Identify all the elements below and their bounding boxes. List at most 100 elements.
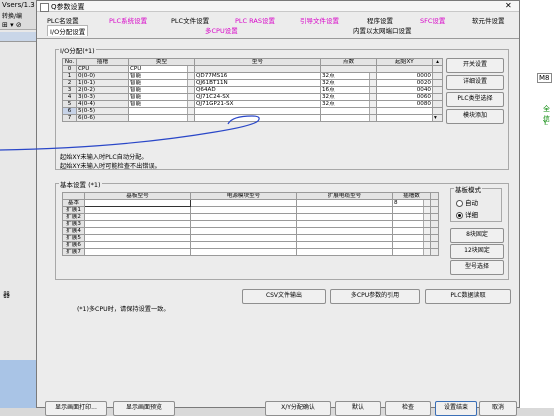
points-select[interactable] xyxy=(320,107,377,115)
power-model-cell[interactable] xyxy=(190,248,297,256)
scroll-up-icon[interactable]: ▴ xyxy=(432,58,443,66)
scroll-track[interactable] xyxy=(432,107,443,115)
base-model-cell[interactable] xyxy=(84,248,191,256)
finish-settings-button[interactable]: 设置结束 xyxy=(435,401,477,416)
scroll-down-icon[interactable]: ▾ xyxy=(432,114,443,122)
ext-cable-cell[interactable] xyxy=(296,199,393,207)
type-select[interactable]: 智能 xyxy=(128,86,195,94)
power-model-cell[interactable] xyxy=(190,241,297,249)
ext-cable-cell[interactable] xyxy=(296,206,393,214)
tab-device[interactable]: 软元件设置 xyxy=(472,15,505,25)
base-mode-auto-radio[interactable]: 自动 xyxy=(456,197,478,207)
tab-program[interactable]: 程序设置 xyxy=(367,15,393,25)
base-mode-detail-radio[interactable]: 详细 xyxy=(456,209,478,219)
csv-export-button[interactable]: CSV文件输出 xyxy=(242,289,326,304)
tab-multi-cpu[interactable]: 多CPU设置 xyxy=(205,25,238,35)
scroll-track[interactable] xyxy=(432,93,443,101)
ext-cable-cell[interactable] xyxy=(296,234,393,242)
base-model-cell[interactable] xyxy=(84,220,191,228)
tab-plc-system[interactable]: PLC系统设置 xyxy=(109,15,147,25)
plc-type-select-button[interactable]: PLC类型选择 xyxy=(446,92,504,107)
type-select[interactable] xyxy=(128,107,195,115)
chevron-down-icon[interactable] xyxy=(423,207,430,213)
model-cell[interactable]: QJ61BT11N xyxy=(194,79,321,87)
start-cell[interactable] xyxy=(376,107,433,115)
fixed-8-button[interactable]: 8块固定 xyxy=(450,228,504,243)
model-cell[interactable]: QD77MS16 xyxy=(194,72,321,80)
model-cell[interactable]: Q64AD xyxy=(194,86,321,94)
scroll-track[interactable] xyxy=(430,234,439,242)
power-model-cell[interactable] xyxy=(190,234,297,242)
chevron-down-icon[interactable] xyxy=(187,80,194,86)
chevron-down-icon[interactable] xyxy=(369,94,376,100)
start-cell[interactable]: 0020 xyxy=(376,79,433,87)
power-model-cell[interactable] xyxy=(190,199,297,207)
multi-cpu-reference-button[interactable]: 多CPU参数的引用 xyxy=(330,289,420,304)
preview-screen-button[interactable]: 显示画面预览 xyxy=(113,401,175,416)
scroll-track[interactable] xyxy=(432,72,443,80)
radio-selected-icon[interactable] xyxy=(456,211,463,219)
type-select[interactable]: 智能 xyxy=(128,72,195,80)
ext-cable-cell[interactable] xyxy=(296,241,393,249)
start-cell[interactable] xyxy=(376,114,433,122)
slots-select[interactable]: 8 xyxy=(392,199,431,207)
ext-cable-cell[interactable] xyxy=(296,213,393,221)
base-model-cell[interactable] xyxy=(84,241,191,249)
chevron-down-icon[interactable] xyxy=(369,87,376,93)
scroll-track[interactable] xyxy=(432,79,443,87)
check-button[interactable]: 检查 xyxy=(385,401,431,416)
cancel-button[interactable]: 取消 xyxy=(479,401,517,416)
switch-settings-button[interactable]: 开关设置 xyxy=(446,58,504,73)
base-model-cell[interactable] xyxy=(84,234,191,242)
tab-ethernet-port[interactable]: 内置以太网端口设置 xyxy=(353,25,412,35)
chevron-down-icon[interactable] xyxy=(423,242,430,248)
model-cell[interactable]: QJ71C24-SX xyxy=(194,93,321,101)
type-select[interactable] xyxy=(128,114,195,122)
chevron-down-icon[interactable] xyxy=(187,115,194,121)
ext-cable-cell[interactable] xyxy=(296,227,393,235)
slots-select[interactable] xyxy=(392,227,431,235)
chevron-down-icon[interactable] xyxy=(423,200,430,206)
plc-data-read-button[interactable]: PLC数据读取 xyxy=(425,289,511,304)
chevron-down-icon[interactable] xyxy=(369,108,376,114)
model-cell[interactable]: QJ71GP21-SX xyxy=(194,100,321,108)
ext-cable-cell[interactable] xyxy=(296,248,393,256)
points-select[interactable]: 32点 xyxy=(320,100,377,108)
radio-icon[interactable] xyxy=(456,199,463,207)
start-cell[interactable]: 0080 xyxy=(376,100,433,108)
scroll-track[interactable] xyxy=(430,199,439,207)
detail-settings-button[interactable]: 详细设置 xyxy=(446,75,504,90)
scroll-track[interactable] xyxy=(432,65,443,73)
chevron-down-icon[interactable] xyxy=(187,87,194,93)
chevron-down-icon[interactable] xyxy=(187,101,194,107)
type-select[interactable]: CPU xyxy=(128,65,195,73)
power-model-cell[interactable] xyxy=(190,220,297,228)
type-select[interactable]: 智能 xyxy=(128,100,195,108)
default-button[interactable]: 默认 xyxy=(335,401,381,416)
chevron-down-icon[interactable] xyxy=(369,73,376,79)
start-cell[interactable]: 0040 xyxy=(376,86,433,94)
tab-sfc[interactable]: SFC设置 xyxy=(420,15,445,25)
tab-plc-name[interactable]: PLC名设置 xyxy=(47,15,79,25)
fixed-12-button[interactable]: 12块固定 xyxy=(450,244,504,259)
slots-select[interactable] xyxy=(392,213,431,221)
base-model-cell[interactable] xyxy=(84,213,191,221)
type-select[interactable]: 智能 xyxy=(128,93,195,101)
start-cell[interactable]: 0000 xyxy=(376,72,433,80)
model-cell[interactable] xyxy=(194,107,321,115)
power-model-cell[interactable] xyxy=(190,206,297,214)
points-select[interactable] xyxy=(320,114,377,122)
points-select[interactable]: 32点 xyxy=(320,72,377,80)
chevron-down-icon[interactable] xyxy=(187,94,194,100)
print-screen-button[interactable]: 显示画面打印... xyxy=(45,401,107,416)
chevron-down-icon[interactable] xyxy=(423,221,430,227)
chevron-down-icon[interactable] xyxy=(369,101,376,107)
scroll-track[interactable] xyxy=(430,213,439,221)
chevron-down-icon[interactable] xyxy=(423,235,430,241)
base-model-cell[interactable] xyxy=(84,199,191,207)
base-model-cell[interactable] xyxy=(84,227,191,235)
chevron-down-icon[interactable] xyxy=(369,80,376,86)
scroll-track[interactable] xyxy=(430,206,439,214)
xy-assignment-confirm-button[interactable]: X/Y分配确认 xyxy=(265,401,331,416)
slots-select[interactable] xyxy=(392,206,431,214)
